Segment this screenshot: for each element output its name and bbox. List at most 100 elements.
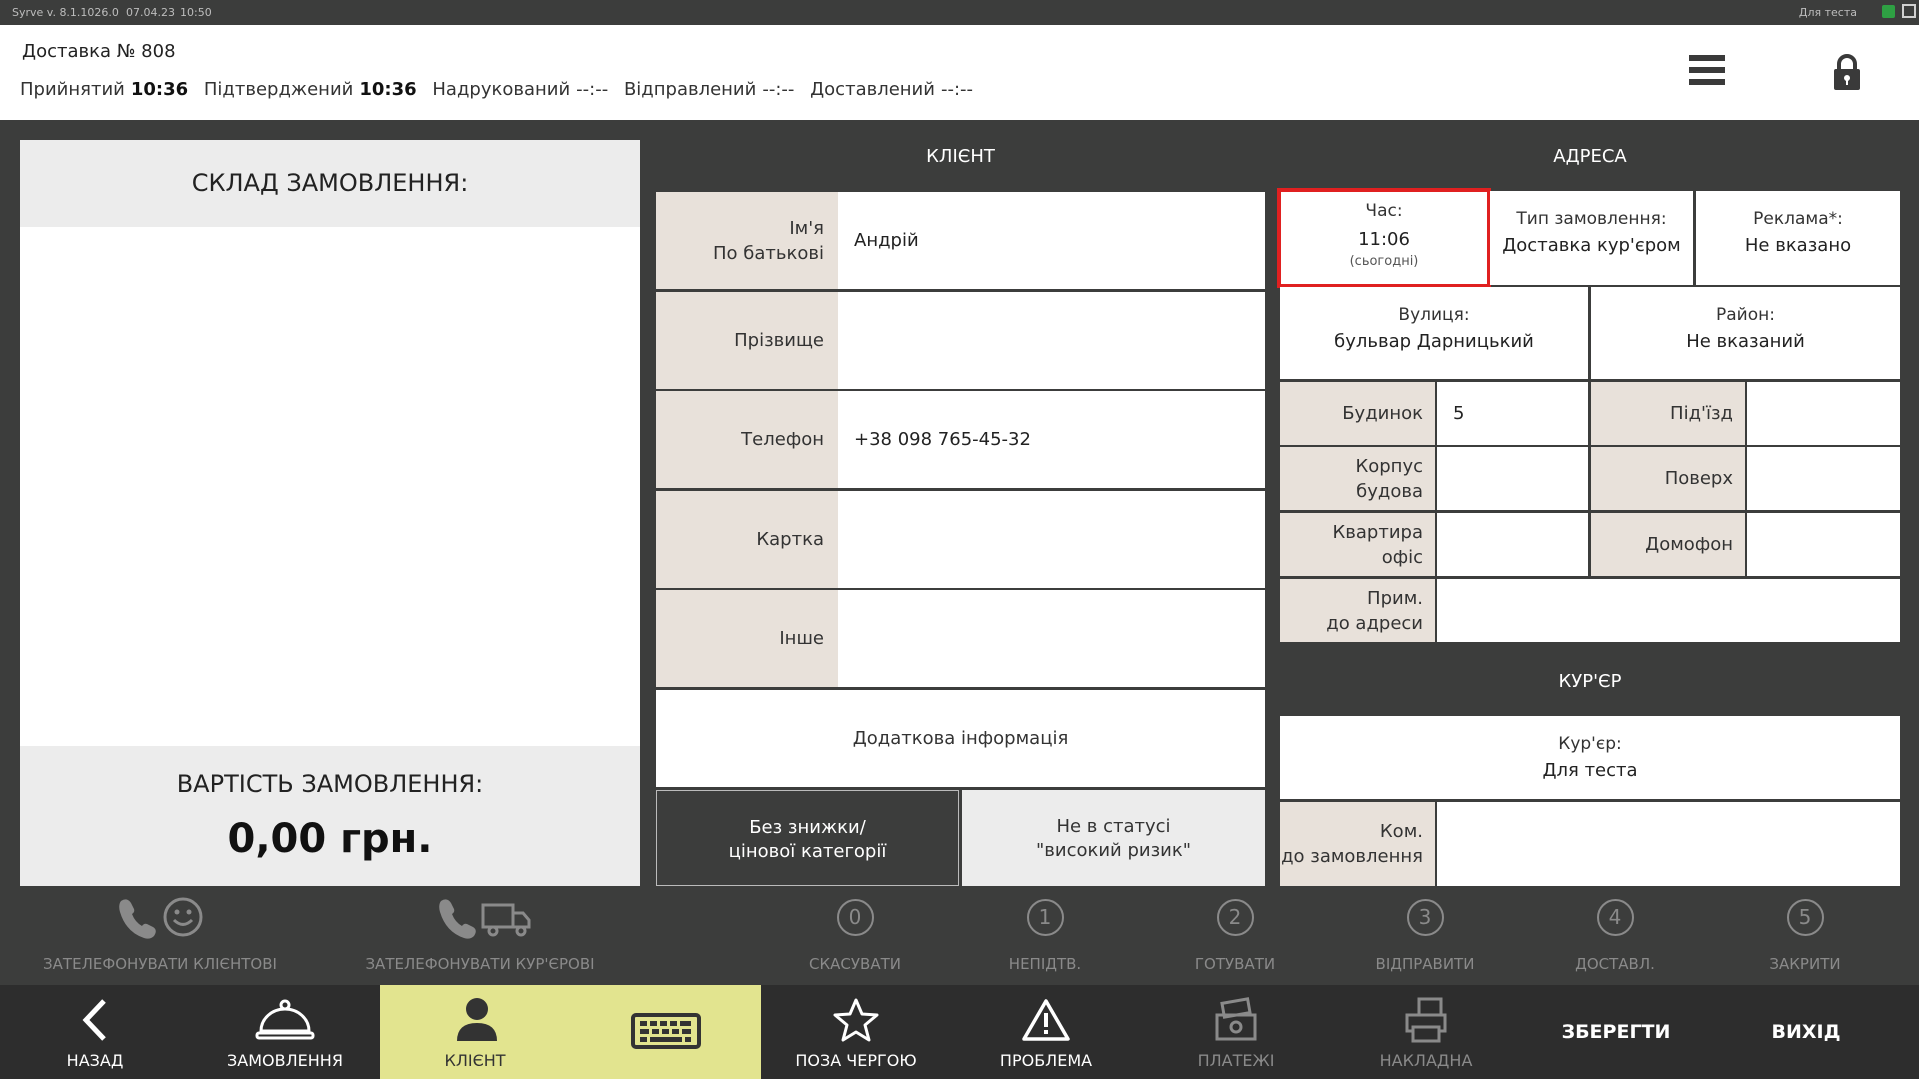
order-comment-line-1: Ком. <box>1379 821 1423 842</box>
step-4-icon: 4 <box>1596 899 1634 936</box>
building-label-line-1: Корпус <box>1355 455 1423 477</box>
window-restore-icon[interactable] <box>1902 4 1916 18</box>
order-comment-line-2: до замовлення <box>1281 846 1423 867</box>
address-note-label: Прим. до адреси <box>1280 579 1435 642</box>
status-close-button[interactable]: 5 ЗАКРИТИ <box>1745 895 1865 979</box>
keyboard-icon[interactable] <box>631 1013 701 1049</box>
exit-label: ВИХІД <box>1771 1021 1841 1043</box>
time-note: (сьогодні) <box>1349 254 1419 269</box>
courier-field[interactable]: Кур'єр: Для теста <box>1280 716 1900 799</box>
status-user: Для теста <box>1798 6 1857 19</box>
step-1-label: НЕПІДТВ. <box>1008 955 1082 973</box>
building-label-line-2: будова <box>1356 480 1423 502</box>
discount-category-button[interactable]: Без знижки/ цінової категорії <box>656 790 959 886</box>
phone-smile-icon <box>119 897 203 939</box>
client-other-row[interactable]: Інше <box>656 590 1265 687</box>
surname-label: Прізвище <box>656 292 838 389</box>
client-section-title: КЛІЄНТ <box>926 146 995 167</box>
risk-line-1: Не в статусі <box>1056 816 1171 837</box>
street-field[interactable]: Вулиця: бульвар Дарницький <box>1280 287 1588 379</box>
discount-line-1: Без знижки/ <box>749 817 866 838</box>
phone-truck-icon <box>439 899 531 939</box>
client-card-row[interactable]: Картка <box>656 491 1265 588</box>
courier-label: Кур'єр: <box>1558 734 1622 754</box>
call-courier-label: ЗАТЕЛЕФОНУВАТИ КУР'ЄРОВІ <box>365 955 595 973</box>
additional-info-button[interactable]: Додаткова інформація <box>656 690 1265 787</box>
delivered-time: --:-- <box>940 79 973 100</box>
accepted-time: 10:36 <box>130 79 189 100</box>
order-type-field[interactable]: Тип замовлення: Доставка кур'єром <box>1490 191 1693 285</box>
status-delivered-button[interactable]: 4 ДОСТАВЛ. <box>1555 895 1675 979</box>
orders-button[interactable]: ЗАМОВЛЕННЯ <box>190 985 380 1079</box>
advertising-field[interactable]: Реклама*: Не вказано <box>1696 191 1900 285</box>
status-send-button[interactable]: 3 ВІДПРАВИТИ <box>1365 895 1485 979</box>
user-icon <box>457 998 497 1041</box>
discount-line-2: цінової категорії <box>728 841 887 862</box>
invoice-button[interactable]: НАКЛАДНА <box>1331 985 1521 1079</box>
delivery-time-field[interactable]: Час: 11:06 (сьогодні) <box>1277 188 1491 288</box>
patronymic-label: По батькові <box>713 242 824 264</box>
printer-icon <box>1405 997 1447 1043</box>
status-bar: Syrve v. 8.1.1026.0 07.04.23 10:50 Для т… <box>0 0 1919 25</box>
payments-button[interactable]: ПЛАТЕЖІ <box>1141 985 1331 1079</box>
address-note-line-2: до адреси <box>1326 612 1423 634</box>
step-3-icon: 3 <box>1406 899 1444 936</box>
flat-field[interactable] <box>1437 513 1588 576</box>
confirmed-time: 10:36 <box>359 79 417 100</box>
status-unconfirmed-button[interactable]: 1 НЕПІДТВ. <box>985 895 1105 979</box>
status-date: 07.04.23 <box>126 6 175 19</box>
sent-time: --:-- <box>762 79 795 100</box>
step-3-label: ВІДПРАВИТИ <box>1375 955 1475 973</box>
entrance-field[interactable] <box>1747 382 1900 445</box>
order-comment-field[interactable] <box>1437 802 1900 886</box>
call-courier-button[interactable]: ЗАТЕЛЕФОНУВАТИ КУР'ЄРОВІ <box>350 895 610 975</box>
client-phone-row[interactable]: Телефон +38 098 765-45-32 <box>656 391 1265 488</box>
phone-field[interactable]: +38 098 765-45-32 <box>854 391 1031 488</box>
back-button[interactable]: НАЗАД <box>0 985 190 1079</box>
bottom-navigation: НАЗАД ЗАМОВЛЕННЯ КЛІЄНТ ПОЗА ЧЕРГОЮ ПРОБ… <box>0 985 1919 1079</box>
client-surname-row[interactable]: Прізвище <box>656 292 1265 389</box>
call-client-button[interactable]: ЗАТЕЛЕФОНУВАТИ КЛІЄНТОВІ <box>30 895 290 975</box>
district-field[interactable]: Район: Не вказаний <box>1591 287 1900 379</box>
building-label: Корпус будова <box>1280 447 1435 510</box>
status-cancel-button[interactable]: 0 СКАСУВАТИ <box>795 895 915 979</box>
order-cost-label: ВАРТІСТЬ ЗАМОВЛЕННЯ: <box>176 770 484 798</box>
save-button[interactable]: ЗБЕРЕГТИ <box>1521 985 1711 1079</box>
hamburger-icon[interactable] <box>1689 55 1725 87</box>
advertising-value: Не вказано <box>1744 235 1852 256</box>
name-field[interactable]: Андрій <box>854 192 919 289</box>
step-0-label: СКАСУВАТИ <box>809 955 901 973</box>
delivered-label: Доставлений <box>810 79 935 100</box>
step-4-label: ДОСТАВЛ. <box>1575 955 1655 973</box>
lock-icon[interactable] <box>1832 53 1862 91</box>
save-label: ЗБЕРЕГТИ <box>1561 1021 1671 1043</box>
client-name-row[interactable]: Ім'я По батькові Андрій <box>656 192 1265 289</box>
phone-label: Телефон <box>656 391 838 488</box>
card-label: Картка <box>656 491 838 588</box>
step-1-icon: 1 <box>1026 899 1064 936</box>
street-label: Вулиця: <box>1398 305 1470 325</box>
order-composition-panel[interactable]: СКЛАД ЗАМОВЛЕННЯ: ВАРТІСТЬ ЗАМОВЛЕННЯ: 0… <box>20 140 640 886</box>
flat-label-line-1: Квартира <box>1332 521 1423 543</box>
exit-button[interactable]: ВИХІД <box>1711 985 1901 1079</box>
risk-line-2: "високий ризик" <box>1035 840 1192 861</box>
address-note-field[interactable] <box>1437 579 1900 642</box>
problem-button[interactable]: ПРОБЛЕМА <box>951 985 1141 1079</box>
back-label: НАЗАД <box>66 1051 124 1070</box>
payments-label: ПЛАТЕЖІ <box>1197 1051 1275 1070</box>
district-value: Не вказаний <box>1686 331 1805 352</box>
house-field[interactable]: 5 <box>1437 382 1588 445</box>
floor-field[interactable] <box>1747 447 1900 510</box>
name-label: Ім'я <box>789 217 824 239</box>
client-tab-button[interactable]: КЛІЄНТ <box>380 985 761 1079</box>
problem-label: ПРОБЛЕМА <box>999 1051 1093 1070</box>
intercom-field[interactable] <box>1747 513 1900 576</box>
out-of-turn-button[interactable]: ПОЗА ЧЕРГОЮ <box>761 985 951 1079</box>
risk-status-button[interactable]: Не в статусі "високий ризик" <box>962 790 1265 886</box>
status-cook-button[interactable]: 2 ГОТУВАТИ <box>1175 895 1295 979</box>
intercom-label: Домофон <box>1591 513 1745 576</box>
building-field[interactable] <box>1437 447 1588 510</box>
status-time: 10:50 <box>180 6 212 19</box>
courier-value: Для теста <box>1542 760 1638 781</box>
flat-label: Квартира офіс <box>1280 513 1435 576</box>
